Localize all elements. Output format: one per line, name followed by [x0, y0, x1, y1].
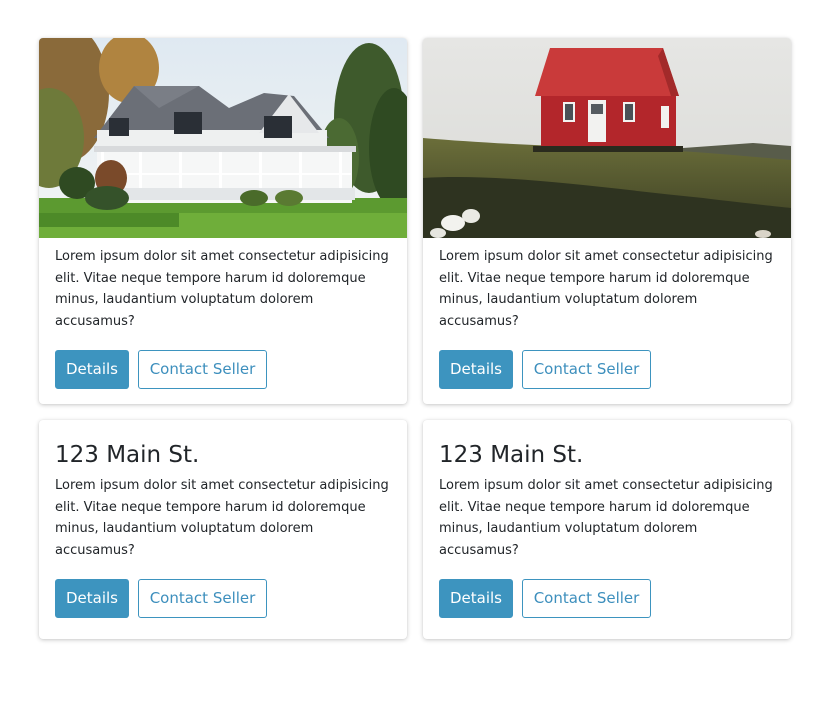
listing-card: 123 Main St. Lorem ipsum dolor sit amet … [39, 420, 407, 639]
card-actions: Details Contact Seller [439, 349, 775, 389]
red-cabin-photo [423, 38, 791, 238]
card-description: Lorem ipsum dolor sit amet consectetur a… [55, 478, 389, 559]
card-title: 123 Main St. [55, 442, 200, 468]
white-house-photo [39, 38, 407, 238]
listing-card: 123 Main St. Lorem ipsum dolor sit amet … [423, 420, 791, 639]
contact-seller-button[interactable]: Contact Seller [522, 349, 651, 389]
details-button[interactable]: Details [439, 578, 513, 618]
listing-card: Lorem ipsum dolor sit amet consectetur a… [423, 38, 791, 404]
details-button[interactable]: Details [55, 578, 129, 618]
details-button[interactable]: Details [439, 349, 513, 389]
listing-card: Lorem ipsum dolor sit amet consectetur a… [39, 38, 407, 404]
contact-seller-button[interactable]: Contact Seller [138, 578, 267, 618]
card-actions: Details Contact Seller [439, 578, 775, 618]
contact-seller-button[interactable]: Contact Seller [522, 578, 651, 618]
card-title: 123 Main St. [439, 442, 584, 468]
card-actions: Details Contact Seller [55, 578, 391, 618]
card-description: Lorem ipsum dolor sit amet consectetur a… [55, 249, 389, 330]
card-description: Lorem ipsum dolor sit amet consectetur a… [439, 249, 773, 330]
contact-seller-button[interactable]: Contact Seller [138, 349, 267, 389]
card-actions: Details Contact Seller [55, 349, 391, 389]
card-description: Lorem ipsum dolor sit amet consectetur a… [439, 478, 773, 559]
details-button[interactable]: Details [55, 349, 129, 389]
